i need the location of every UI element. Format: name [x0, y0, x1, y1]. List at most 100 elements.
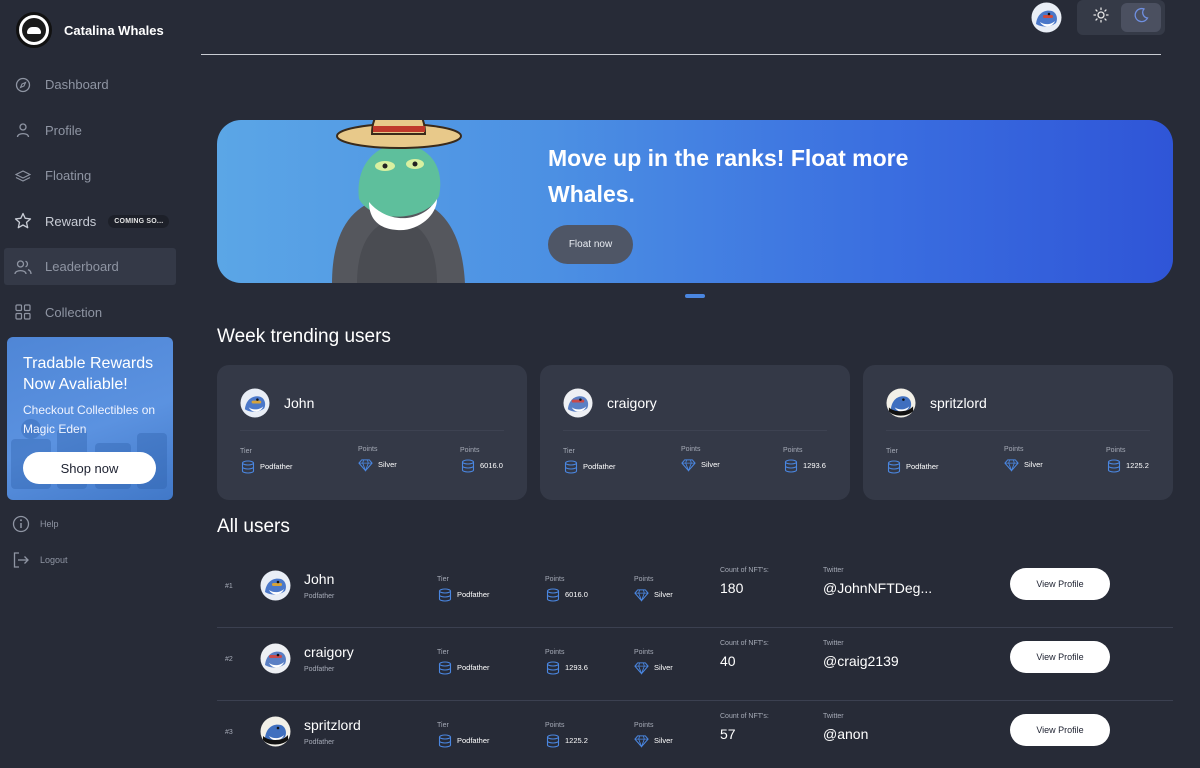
logout-link[interactable]: Logout: [12, 551, 182, 569]
shop-now-button[interactable]: Shop now: [23, 452, 156, 484]
points-stat: Points 1293.6: [545, 649, 588, 675]
database-icon: [437, 587, 452, 602]
dark-mode-option[interactable]: [1121, 3, 1161, 32]
stat-value: 6016.0: [480, 461, 503, 470]
database-icon: [545, 587, 560, 602]
sidebar-item-floating[interactable]: Floating: [4, 157, 176, 194]
carousel-indicator[interactable]: [685, 294, 705, 298]
sidebar-item-leaderboard[interactable]: Leaderboard: [4, 248, 176, 285]
sidebar-item-dashboard[interactable]: Dashboard: [4, 66, 176, 103]
compass-icon: [14, 76, 32, 94]
grid-icon: [14, 303, 32, 321]
view-profile-button[interactable]: View Profile: [1010, 568, 1110, 600]
user-tier: Podfather: [304, 739, 335, 746]
tier-stat: Tier Podfather: [563, 448, 616, 474]
help-link[interactable]: Help: [12, 515, 182, 533]
stat-label: Points: [681, 446, 701, 453]
stat-value: Silver: [654, 736, 673, 745]
stat-value: 1293.6: [565, 663, 588, 672]
twitter-handle[interactable]: @craig2139: [823, 653, 943, 669]
trending-user-card[interactable]: craigory Tier Podfather Points Silver Po…: [540, 365, 850, 500]
whale-mascot-illustration: [332, 120, 465, 283]
brand[interactable]: Catalina Whales: [16, 12, 164, 48]
twitter-label: Twitter: [823, 567, 844, 574]
user-tier: Podfather: [304, 666, 335, 673]
tier-stat: Tier Podfather: [886, 448, 939, 474]
sidebar-item-label: Collection: [45, 304, 103, 320]
coming-soon-badge: COMING SO...: [108, 214, 170, 228]
stat-label: Tier: [437, 576, 449, 583]
user-name: spritzlord: [930, 395, 987, 411]
float-now-button[interactable]: Float now: [548, 225, 633, 264]
user-name[interactable]: spritzlord: [304, 717, 361, 733]
database-icon: [783, 458, 798, 473]
stat-label: Points: [1106, 447, 1126, 454]
table-row: #3 spritzlord Podfather Tier Podfather P…: [217, 701, 1173, 768]
stat-value: Podfather: [457, 663, 490, 672]
sidebar-item-collection[interactable]: Collection: [4, 294, 176, 331]
view-profile-button[interactable]: View Profile: [1010, 641, 1110, 673]
promo-card: Tradable Rewards Now Avaliable! Checkout…: [7, 337, 173, 500]
sun-icon: [1093, 7, 1109, 28]
card-divider: [563, 430, 827, 431]
rank-stat: Points Silver: [681, 446, 720, 472]
whale-logo-icon: [16, 12, 52, 48]
diamond-icon: [358, 457, 373, 472]
stat-label: Points: [545, 722, 565, 729]
info-icon: [12, 515, 30, 533]
stat-value: Silver: [378, 460, 397, 469]
nft-count: 57: [720, 726, 736, 742]
points-stat: Points 6016.0: [545, 576, 588, 602]
twitter-label: Twitter: [823, 713, 844, 720]
all-users-title: All users: [217, 516, 290, 537]
user-name[interactable]: craigory: [304, 644, 354, 660]
diamond-icon: [634, 733, 649, 748]
user-tier: Podfather: [304, 593, 335, 600]
logout-label: Logout: [40, 555, 68, 565]
sidebar-item-profile[interactable]: Profile: [4, 112, 176, 149]
logout-icon: [12, 551, 30, 569]
trending-user-card[interactable]: John Tier Podfather Points Silver Points…: [217, 365, 527, 500]
stat-label: Points: [545, 649, 565, 656]
sidebar-nav: Dashboard Profile Floating Rewards COMIN…: [4, 66, 176, 339]
twitter-handle[interactable]: @anon: [823, 726, 943, 742]
table-row: #2 craigory Podfather Tier Podfather Poi…: [217, 628, 1173, 701]
database-icon: [460, 458, 475, 473]
stat-label: Tier: [240, 448, 252, 455]
stat-value: Podfather: [906, 462, 939, 471]
diamond-icon: [634, 587, 649, 602]
user-avatar[interactable]: [1031, 2, 1062, 33]
rank-stat: Points Silver: [634, 649, 673, 675]
user-icon: [14, 121, 32, 139]
stat-value: 1225.2: [1126, 461, 1149, 470]
help-label: Help: [40, 519, 59, 529]
twitter-handle[interactable]: @JohnNFTDeg...: [823, 580, 943, 596]
user-name[interactable]: John: [304, 571, 334, 587]
view-profile-button[interactable]: View Profile: [1010, 714, 1110, 746]
database-icon: [563, 459, 578, 474]
card-divider: [240, 430, 504, 431]
stat-label: Tier: [437, 649, 449, 656]
stat-value: Podfather: [457, 736, 490, 745]
brand-name: Catalina Whales: [64, 22, 164, 38]
stat-label: Points: [634, 722, 654, 729]
nft-count-label: Count of NFT's:: [720, 713, 769, 720]
light-mode-option[interactable]: [1081, 3, 1121, 32]
avatar: [563, 388, 593, 418]
stat-value: Silver: [701, 460, 720, 469]
theme-toggle[interactable]: [1077, 0, 1165, 35]
moon-icon: [1133, 7, 1149, 28]
sidebar-item-rewards[interactable]: Rewards COMING SO...: [4, 203, 176, 240]
points-stat: Points 1225.2: [1106, 447, 1149, 473]
stat-label: Points: [783, 447, 803, 454]
nft-count: 180: [720, 580, 744, 596]
nft-count-label: Count of NFT's:: [720, 640, 769, 647]
database-icon: [1106, 458, 1121, 473]
diamond-icon: [1004, 457, 1019, 472]
avatar: [260, 643, 291, 674]
trending-user-card[interactable]: spritzlord Tier Podfather Points Silver …: [863, 365, 1173, 500]
rank-number: #2: [225, 656, 233, 663]
rank-number: #1: [225, 583, 233, 590]
stat-label: Points: [460, 447, 480, 454]
rank-number: #3: [225, 729, 233, 736]
